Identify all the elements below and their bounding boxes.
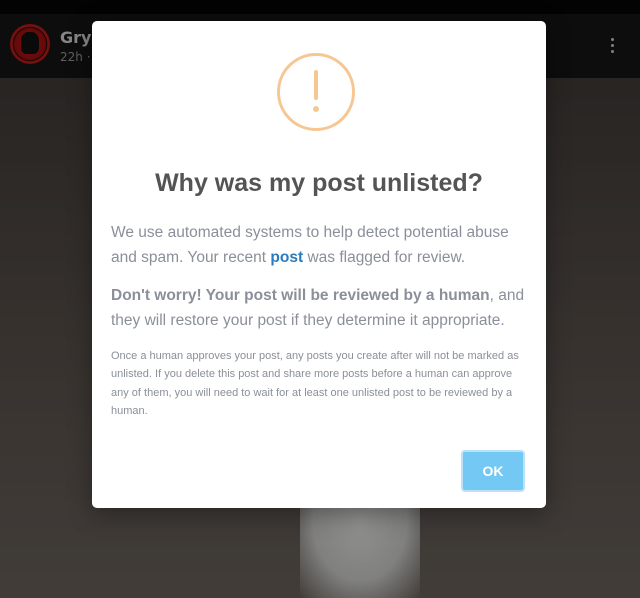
explanation-text-end: was flagged for review. (303, 249, 466, 266)
post-link[interactable]: post (270, 249, 303, 266)
ok-button[interactable]: OK (461, 450, 525, 492)
dialog-paragraph-explanation: We use automated systems to help detect … (111, 220, 531, 270)
reassurance-bold-text: Don't worry! Your post will be reviewed … (111, 287, 490, 304)
dialog-paragraph-reassurance: Don't worry! Your post will be reviewed … (111, 283, 531, 333)
dialog-fine-print: Once a human approves your post, any pos… (111, 350, 519, 417)
dialog-title: Why was my post unlisted? (155, 169, 483, 197)
unlisted-post-dialog: Why was my post unlisted? We use automat… (92, 21, 546, 508)
exclamation-circle-icon (277, 53, 355, 131)
